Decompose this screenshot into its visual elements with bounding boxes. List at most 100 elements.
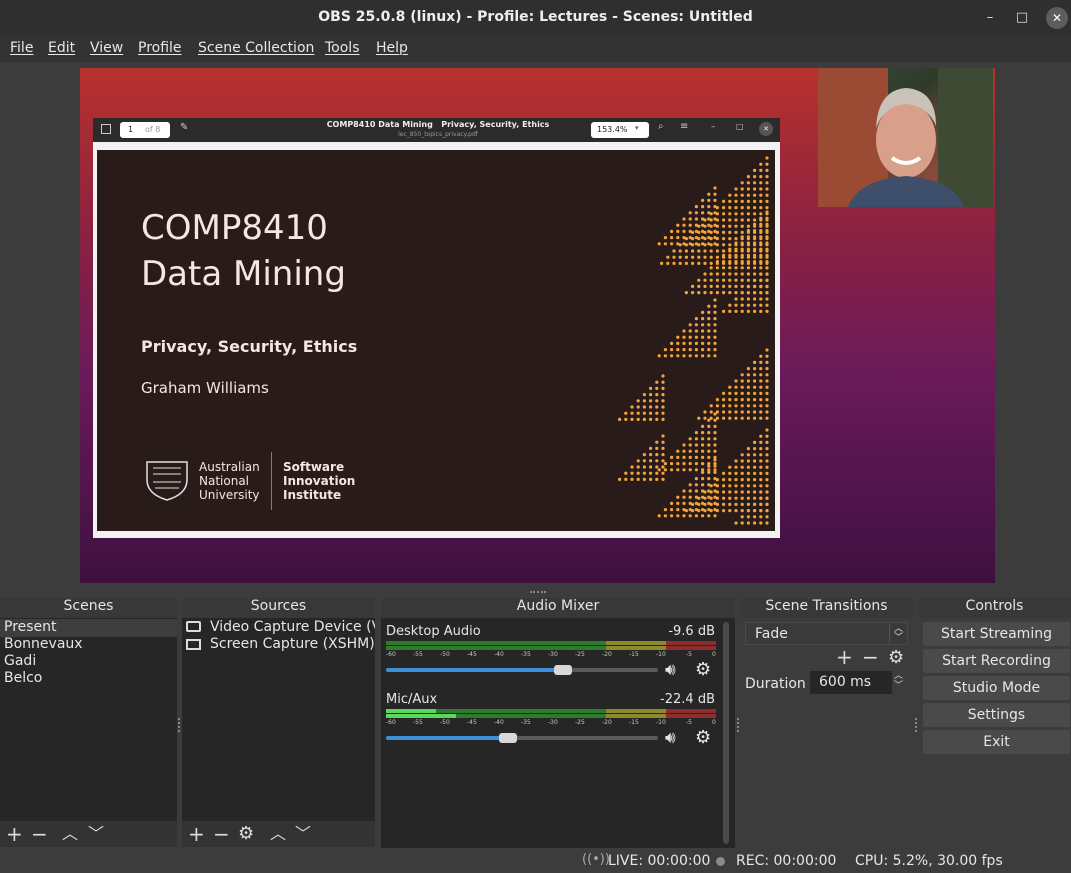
slide-dot bbox=[746, 218, 750, 222]
add-scene-icon[interactable]: + bbox=[6, 821, 23, 847]
slide-dot bbox=[715, 291, 719, 295]
scene-item-gadi[interactable]: Gadi bbox=[4, 653, 36, 669]
live-broadcast-icon: ((•)) bbox=[582, 852, 610, 867]
slide-dot bbox=[715, 404, 719, 408]
source-properties-gear-icon[interactable]: ⚙ bbox=[238, 821, 254, 847]
start-recording-button[interactable]: Start Recording bbox=[923, 649, 1070, 673]
slide-dot bbox=[734, 416, 738, 420]
scene-item-belco[interactable]: Belco bbox=[4, 670, 42, 686]
start-streaming-button[interactable]: Start Streaming bbox=[923, 622, 1070, 646]
menu-scene-collection[interactable]: Scene Collection bbox=[198, 40, 314, 56]
slide-dot bbox=[753, 253, 757, 257]
slide-dot bbox=[753, 199, 757, 203]
menu-edit[interactable]: Edit bbox=[48, 40, 75, 56]
slide-dot bbox=[759, 175, 763, 179]
menu-view[interactable]: View bbox=[90, 40, 123, 56]
slide-dot bbox=[701, 242, 705, 246]
slide-dot bbox=[661, 446, 665, 450]
menu-help[interactable]: Help bbox=[376, 40, 408, 56]
slide-dot bbox=[765, 278, 769, 282]
desktop-audio-speaker-icon[interactable]: 🔊︎ bbox=[665, 660, 676, 680]
slide-dot bbox=[753, 502, 757, 506]
close-button[interactable]: ✕ bbox=[1046, 7, 1068, 29]
maximize-button[interactable]: □ bbox=[1011, 7, 1033, 29]
slide-dot bbox=[701, 217, 705, 221]
slide-dot bbox=[734, 465, 738, 469]
slide-dot bbox=[765, 216, 769, 220]
move-source-down-icon[interactable]: ﹀ bbox=[295, 821, 311, 847]
source-item-video-capture[interactable]: Video Capture Device (V bbox=[210, 619, 375, 635]
slide-dot bbox=[707, 443, 711, 447]
minimize-button[interactable]: – bbox=[979, 7, 1001, 29]
audio-mixer-scrollbar[interactable] bbox=[723, 622, 729, 844]
menu-tools[interactable]: Tools bbox=[325, 40, 360, 56]
menu-file[interactable]: File bbox=[10, 40, 33, 56]
slide-dot bbox=[709, 404, 713, 408]
slide-dot bbox=[740, 224, 744, 228]
settings-button[interactable]: Settings bbox=[923, 703, 1070, 727]
menu-profile[interactable]: Profile bbox=[138, 40, 182, 56]
dock-handle[interactable] bbox=[915, 718, 917, 732]
move-source-up-icon[interactable]: ︿ bbox=[270, 821, 286, 847]
source-item-screen-capture[interactable]: Screen Capture (XSHM) bbox=[210, 636, 375, 652]
slide-dot bbox=[642, 459, 646, 463]
slide-dot bbox=[670, 229, 674, 233]
sii-line1: Software bbox=[283, 460, 345, 474]
desktop-audio-volume-slider[interactable] bbox=[386, 663, 658, 677]
slide-dot bbox=[684, 261, 688, 265]
dock-handle[interactable] bbox=[737, 718, 739, 732]
slide-dot bbox=[740, 253, 744, 257]
slide-dot bbox=[734, 272, 738, 276]
slide-dot bbox=[688, 329, 692, 333]
transition-properties-gear-icon[interactable]: ⚙ bbox=[888, 647, 904, 668]
dock-splitter[interactable] bbox=[530, 591, 546, 595]
add-source-icon[interactable]: + bbox=[188, 821, 205, 847]
mic-aux-speaker-icon[interactable]: 🔊︎ bbox=[665, 728, 676, 748]
desktop-audio-gear-icon[interactable]: ⚙ bbox=[695, 659, 711, 680]
slide-dot bbox=[703, 272, 707, 276]
slide-dot bbox=[753, 515, 757, 519]
slide-dot bbox=[728, 410, 732, 414]
exit-button[interactable]: Exit bbox=[923, 730, 1070, 754]
slide-dot bbox=[746, 367, 750, 371]
slide-dot bbox=[657, 514, 661, 518]
slide-dot bbox=[636, 417, 640, 421]
slide-dot bbox=[746, 260, 750, 264]
tick-label: -35 bbox=[521, 719, 531, 726]
scene-item-bonnevaux[interactable]: Bonnevaux bbox=[4, 636, 83, 652]
slide-dot bbox=[697, 249, 701, 253]
slide-dot bbox=[722, 471, 726, 475]
slide-dot bbox=[759, 471, 763, 475]
preview-canvas[interactable]: 1 of 8 ✎ COMP8410 Data Mining Privacy, S… bbox=[80, 68, 995, 583]
remove-scene-icon[interactable]: − bbox=[31, 821, 48, 847]
slide-dot bbox=[707, 317, 711, 321]
remove-source-icon[interactable]: − bbox=[213, 821, 230, 847]
mic-aux-ticks: -60 -55 -50 -45 -40 -35 -30 -25 -20 -15 … bbox=[386, 719, 716, 727]
add-transition-icon[interactable]: + bbox=[836, 645, 853, 669]
slide-dot bbox=[670, 462, 674, 466]
move-scene-up-icon[interactable]: ︿ bbox=[62, 821, 78, 847]
window-title: OBS 25.0.8 (linux) - Profile: Lectures -… bbox=[318, 9, 753, 25]
mic-aux-gear-icon[interactable]: ⚙ bbox=[695, 727, 711, 748]
slide-dot bbox=[642, 453, 646, 457]
slide-dot bbox=[713, 217, 717, 221]
studio-mode-button[interactable]: Studio Mode bbox=[923, 676, 1070, 700]
mic-aux-volume-slider[interactable] bbox=[386, 731, 658, 745]
slide-dot bbox=[709, 410, 713, 414]
slide-dot bbox=[701, 501, 705, 505]
remove-transition-icon[interactable]: − bbox=[862, 645, 879, 669]
duration-spinbox[interactable]: 600 ms ︿ ﹀ bbox=[810, 671, 910, 694]
scene-item-present[interactable]: Present bbox=[4, 619, 57, 635]
slide-dot bbox=[649, 386, 653, 390]
slide-dot bbox=[746, 521, 750, 525]
transition-select[interactable]: Fade ︿ ﹀ bbox=[745, 622, 908, 645]
slide-dot bbox=[759, 229, 763, 233]
page-number: 1 bbox=[128, 125, 134, 134]
dock-handle[interactable] bbox=[178, 718, 180, 732]
slide-dot bbox=[682, 217, 686, 221]
move-scene-down-icon[interactable]: ﹀ bbox=[88, 821, 104, 847]
slide-dot bbox=[753, 278, 757, 282]
slide-dot bbox=[701, 477, 705, 481]
slide-dot bbox=[728, 206, 732, 210]
duration-stepper-icon[interactable]: ︿ ﹀ bbox=[894, 671, 903, 691]
